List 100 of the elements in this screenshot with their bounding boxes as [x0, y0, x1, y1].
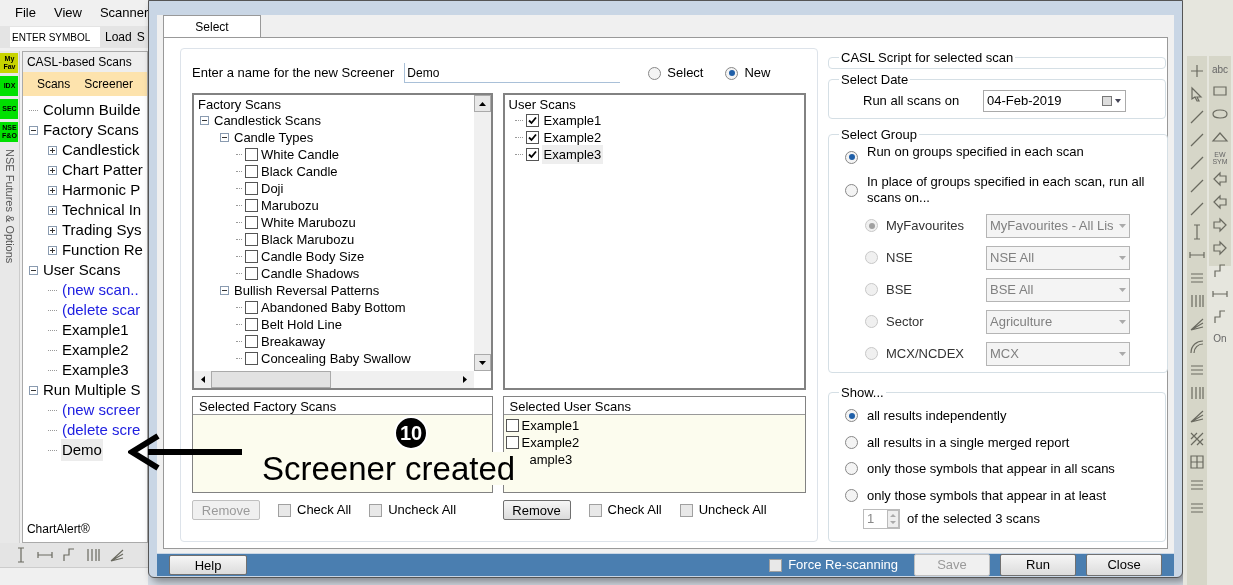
- scroll-right-icon[interactable]: [463, 376, 467, 383]
- dropdown-caret-icon[interactable]: [1119, 255, 1126, 260]
- calendar-icon[interactable]: [1102, 95, 1122, 106]
- collapse-icon[interactable]: [200, 116, 209, 125]
- group-dropdown[interactable]: Agriculture: [986, 309, 1130, 334]
- checkbox[interactable]: [245, 199, 258, 212]
- checkbox[interactable]: [278, 503, 291, 517]
- expand-icon[interactable]: [47, 165, 57, 175]
- radio-button[interactable]: [865, 347, 878, 360]
- expand-icon[interactable]: [47, 205, 57, 215]
- right-arrow-icon[interactable]: [1211, 239, 1229, 257]
- horizontal-scrollbar[interactable]: [194, 371, 474, 388]
- expand-icon[interactable]: [47, 225, 57, 235]
- group-dropdown[interactable]: MyFavourites - All Lis: [986, 213, 1130, 238]
- dialog-tab[interactable]: Select: [163, 15, 261, 37]
- scroll-up-icon[interactable]: [478, 101, 486, 106]
- checkbox[interactable]: [588, 503, 602, 517]
- text-tool[interactable]: abc: [1211, 62, 1229, 77]
- collapse-icon[interactable]: [220, 133, 229, 142]
- vertical-scrollbar[interactable]: [473, 95, 491, 371]
- dropdown-caret-icon[interactable]: [1119, 287, 1126, 292]
- scroll-left-icon[interactable]: [200, 376, 205, 383]
- grid-icon[interactable]: [1188, 453, 1206, 471]
- collapse-icon[interactable]: [220, 286, 229, 295]
- radio-button[interactable]: [865, 283, 878, 296]
- menu-item[interactable]: File: [15, 3, 36, 23]
- radio-button[interactable]: [845, 183, 858, 197]
- checkbox[interactable]: [525, 148, 539, 161]
- group-dropdown[interactable]: MCX: [986, 341, 1130, 366]
- checkbox[interactable]: [245, 267, 258, 280]
- checkbox[interactable]: [369, 503, 383, 517]
- expand-icon[interactable]: [47, 145, 57, 155]
- date-field[interactable]: 04-Feb-2019: [983, 89, 1126, 112]
- checkbox[interactable]: [245, 182, 258, 195]
- crosshatch-icon[interactable]: [1188, 430, 1206, 448]
- checkbox[interactable]: [245, 352, 258, 365]
- line-tool-icon[interactable]: [1188, 108, 1206, 126]
- toolbar-button[interactable]: S: [136, 28, 145, 46]
- bars-icon[interactable]: [1188, 384, 1206, 402]
- left-arrow-icon[interactable]: [1211, 193, 1229, 211]
- remove-button[interactable]: Remove: [502, 500, 571, 520]
- checkbox[interactable]: [245, 148, 258, 161]
- plus-icon[interactable]: [1188, 62, 1206, 80]
- scroll-down-icon[interactable]: [478, 360, 486, 365]
- checkbox[interactable]: [769, 558, 783, 572]
- checkbox[interactable]: [525, 114, 539, 127]
- group-dropdown[interactable]: NSE All: [986, 245, 1130, 270]
- checkbox[interactable]: [245, 301, 258, 314]
- dialog-button[interactable]: Run: [1000, 554, 1076, 576]
- dropdown-caret-icon[interactable]: [1119, 351, 1126, 356]
- radio-button[interactable]: [648, 66, 662, 80]
- radio-button[interactable]: [845, 409, 858, 423]
- radio-button[interactable]: [865, 251, 878, 264]
- dropdown-caret-icon[interactable]: [1119, 223, 1126, 228]
- expand-icon[interactable]: [47, 185, 57, 195]
- expand-icon[interactable]: [47, 245, 57, 255]
- line-tool-icon[interactable]: [1188, 200, 1206, 218]
- toolbar-button[interactable]: Load: [105, 28, 132, 46]
- menu-item[interactable]: View: [53, 3, 82, 23]
- group-dropdown[interactable]: BSE All: [986, 277, 1130, 302]
- arc-icon[interactable]: [1188, 338, 1206, 356]
- checkbox[interactable]: [679, 503, 693, 517]
- checkbox[interactable]: [245, 216, 258, 229]
- vertical-tab[interactable]: NSE Futures & Options: [1, 149, 18, 264]
- scan-label[interactable]: Example3: [541, 144, 604, 165]
- checkbox[interactable]: [245, 318, 258, 331]
- checkbox[interactable]: [245, 165, 258, 178]
- left-arrow-icon[interactable]: [1211, 170, 1229, 188]
- spinner-arrows-icon[interactable]: [887, 510, 899, 528]
- radio-button[interactable]: [865, 315, 878, 328]
- line-tool-icon[interactable]: [1188, 177, 1206, 195]
- panel-tab[interactable]: Scans: [36, 75, 71, 93]
- collapse-icon[interactable]: [28, 385, 38, 395]
- collapse-icon[interactable]: [28, 125, 38, 135]
- symbol-field[interactable]: ENTER SYMBOL: [10, 27, 100, 47]
- tree-item[interactable]: Demo: [60, 438, 103, 462]
- bars-icon[interactable]: [84, 546, 102, 564]
- checkbox[interactable]: [245, 335, 258, 348]
- text-tool[interactable]: On: [1213, 331, 1227, 346]
- line-tool-icon[interactable]: [1188, 131, 1206, 149]
- radio-button[interactable]: [845, 462, 858, 476]
- radio-button[interactable]: [845, 435, 858, 449]
- checkbox[interactable]: [245, 233, 258, 246]
- help-button[interactable]: Help: [169, 555, 247, 575]
- menu-item[interactable]: Scanner: [99, 3, 149, 23]
- checkbox[interactable]: [505, 419, 519, 432]
- checkbox[interactable]: [525, 131, 539, 144]
- line-tool-icon[interactable]: [1188, 154, 1206, 172]
- dropdown-caret-icon[interactable]: [1119, 319, 1126, 324]
- bars-icon[interactable]: [1188, 292, 1206, 310]
- name-field[interactable]: Demo: [404, 63, 621, 83]
- checkbox[interactable]: [245, 250, 258, 263]
- count-spinner[interactable]: 1: [863, 509, 900, 529]
- dialog-button[interactable]: Close: [1086, 554, 1162, 576]
- radio-button[interactable]: [865, 219, 878, 232]
- checkbox[interactable]: [505, 436, 519, 449]
- radio-button[interactable]: [845, 488, 858, 502]
- panel-tab[interactable]: Screener: [84, 75, 133, 93]
- radio-button[interactable]: [725, 66, 739, 80]
- radio-button[interactable]: [845, 150, 858, 164]
